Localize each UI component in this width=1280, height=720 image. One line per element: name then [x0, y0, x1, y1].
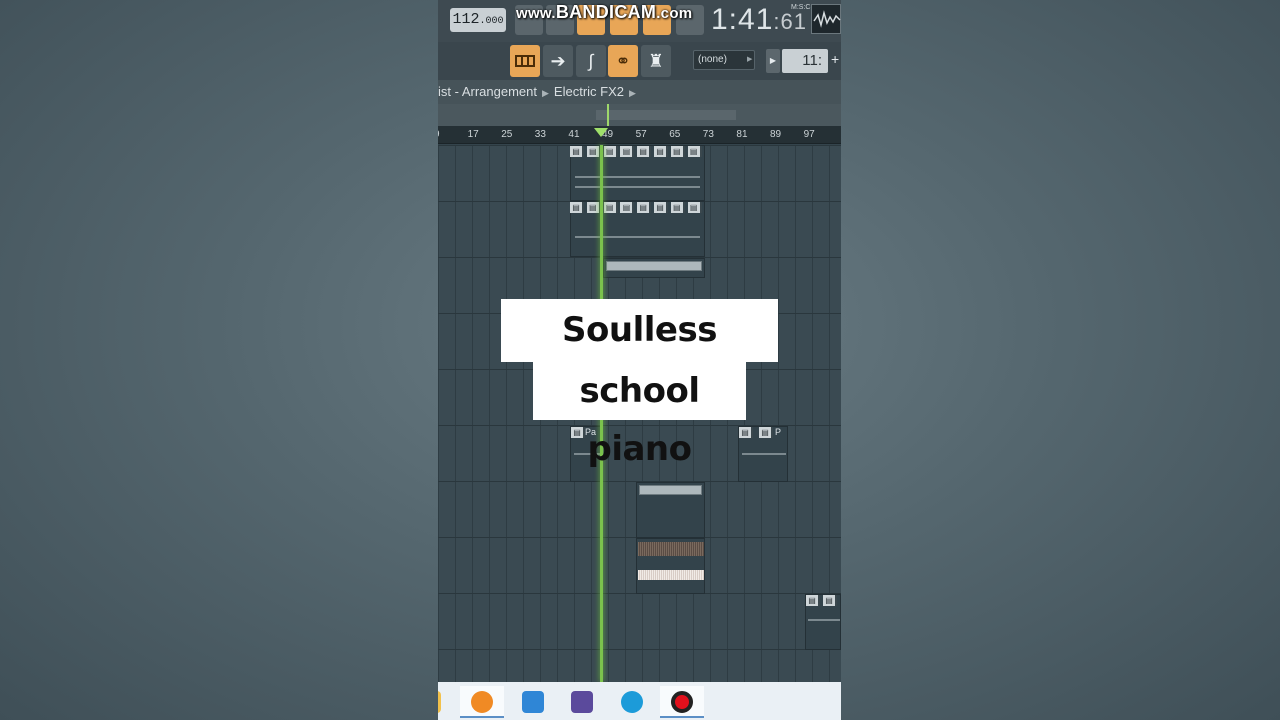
bandicam-watermark: www.BANDICAM.com	[516, 2, 692, 23]
clip-header[interactable]: ▤	[637, 202, 652, 213]
clip-header	[639, 485, 702, 495]
ruler-bar-number: 89	[770, 129, 782, 140]
clip-header: ▤	[759, 427, 773, 438]
snap-value-field[interactable]: 11:	[782, 49, 828, 73]
pattern-clip[interactable]: ▤ ▤	[805, 594, 841, 650]
clip-notes	[742, 453, 786, 455]
clip-header	[606, 261, 702, 271]
mail-icon	[522, 691, 544, 713]
breadcrumb-playlist[interactable]: ist - Arrangement	[438, 84, 537, 99]
clip-header[interactable]: ▤	[570, 202, 584, 213]
spreadsheet-icon	[571, 691, 593, 713]
clip-notes	[575, 236, 700, 238]
watermark-suffix: .com	[656, 5, 693, 22]
tempo-display[interactable]: 112.000	[450, 8, 506, 32]
spreadsheet-taskbar-button[interactable]	[560, 686, 604, 718]
audio-waveform	[638, 542, 704, 556]
watermark-brand: BANDICAM	[555, 2, 657, 22]
clip-header[interactable]: ▤	[603, 146, 618, 157]
clip-label: P	[775, 427, 782, 437]
audio-waveform	[638, 570, 704, 580]
arrow-right-icon[interactable]: ➔	[543, 45, 573, 77]
edge-taskbar-button[interactable]	[610, 686, 654, 718]
clip-header: ▤	[739, 427, 753, 438]
clip-header[interactable]: ▤	[637, 146, 652, 157]
clip-header[interactable]: ▤	[687, 146, 702, 157]
ruler-bar-number: 57	[635, 129, 647, 140]
add-icon[interactable]: +	[831, 51, 839, 67]
overview-position-marker	[607, 104, 609, 126]
mail-taskbar-button[interactable]	[511, 686, 555, 718]
clip-header[interactable]: ▤	[620, 146, 635, 157]
clip-header[interactable]: ▤	[654, 146, 668, 157]
link-icon[interactable]: ⚭	[608, 45, 638, 77]
tempo-value: 112	[452, 11, 480, 28]
clock-separator: :	[773, 9, 781, 34]
breadcrumb-channel[interactable]: Electric FX2	[554, 84, 624, 99]
ruler-bar-number: 81	[736, 129, 748, 140]
chevron-right-icon: ▶	[747, 56, 753, 63]
clip-header[interactable]: ▤	[620, 202, 635, 213]
folder-taskbar-button[interactable]	[438, 686, 452, 718]
clip-notes	[575, 176, 700, 178]
brush-icon[interactable]: ∫	[576, 45, 606, 77]
waveform-monitor	[811, 4, 841, 34]
tempo-decimal: .000	[479, 16, 504, 27]
pattern-selector[interactable]: (none)	[693, 50, 755, 70]
breadcrumb: ist - Arrangement ▶ Electric FX2 ▶	[438, 80, 841, 104]
piano-roll-icon	[515, 55, 535, 67]
fl-studio-icon	[471, 691, 493, 713]
ruler-bar-number: 9	[438, 129, 440, 140]
record-icon	[671, 691, 693, 713]
caption-line-2: school piano	[533, 362, 746, 469]
edge-icon	[621, 691, 643, 713]
clip-header: ▤	[823, 595, 837, 606]
clip-header[interactable]: ▤	[654, 202, 668, 213]
chevron-right-icon: ▶	[629, 88, 636, 98]
playhead-marker-icon[interactable]	[594, 128, 608, 137]
clock-centiseconds: 61	[780, 9, 807, 34]
clip-header[interactable]: ▤	[586, 146, 601, 157]
ruler-bar-number: 41	[568, 129, 580, 140]
clip-header[interactable]: ▤	[603, 202, 618, 213]
ruler-bar-number: 73	[702, 129, 714, 140]
keyboard-icon[interactable]	[510, 45, 540, 77]
watermark-prefix: www.	[516, 5, 556, 22]
clock-main: 1:41	[711, 3, 774, 36]
windows-taskbar	[438, 682, 841, 720]
pattern-clip[interactable]	[603, 258, 705, 278]
ruler-bar-number: 33	[534, 129, 546, 140]
fl-studio-window: 112.000 www.BANDICAM.com 1:41:61 M:S:CS …	[438, 0, 841, 720]
ruler-bar-number: 25	[501, 129, 513, 140]
clip-header[interactable]: ▤	[586, 202, 601, 213]
ruler-bar-number: 65	[669, 129, 681, 140]
chevron-right-icon: ▶	[542, 88, 549, 98]
clip-header[interactable]: ▤	[670, 202, 685, 213]
folder-icon	[438, 691, 441, 713]
transport-bar: 112.000 www.BANDICAM.com 1:41:61 M:S:CS	[438, 0, 841, 42]
clip-notes	[575, 186, 700, 188]
playlist-overview[interactable]	[438, 104, 841, 126]
stamp-icon[interactable]: ♜	[641, 45, 671, 77]
ruler-bar-number: 17	[467, 129, 479, 140]
pattern-clip[interactable]	[636, 482, 705, 538]
clip-header[interactable]: ▤	[670, 146, 685, 157]
pattern-clip[interactable]: ▤ ▤ P	[738, 426, 788, 482]
clip-header[interactable]: ▤	[687, 202, 702, 213]
ruler-bar-number: 97	[803, 129, 815, 140]
clip-notes	[808, 619, 840, 621]
clip-header: ▤	[571, 427, 585, 438]
caption-line-1: Soulless private	[501, 299, 778, 413]
clip-header[interactable]: ▤	[570, 146, 584, 157]
tool-bar: ➔ ∫ ⚭ ♜ (none) ▶ ▶ 11: +	[438, 42, 841, 80]
overview-scroll-bar[interactable]	[596, 110, 736, 120]
fl-studio-taskbar-button[interactable]	[460, 686, 504, 718]
pattern-play-button[interactable]: ▶	[766, 49, 780, 73]
bandicam-taskbar-button[interactable]	[660, 686, 704, 718]
timeline-ruler[interactable]: 91725334149576573818997	[438, 126, 841, 144]
clip-header: ▤	[806, 595, 820, 606]
waveform-icon	[813, 10, 841, 28]
audio-clip[interactable]	[636, 538, 705, 594]
